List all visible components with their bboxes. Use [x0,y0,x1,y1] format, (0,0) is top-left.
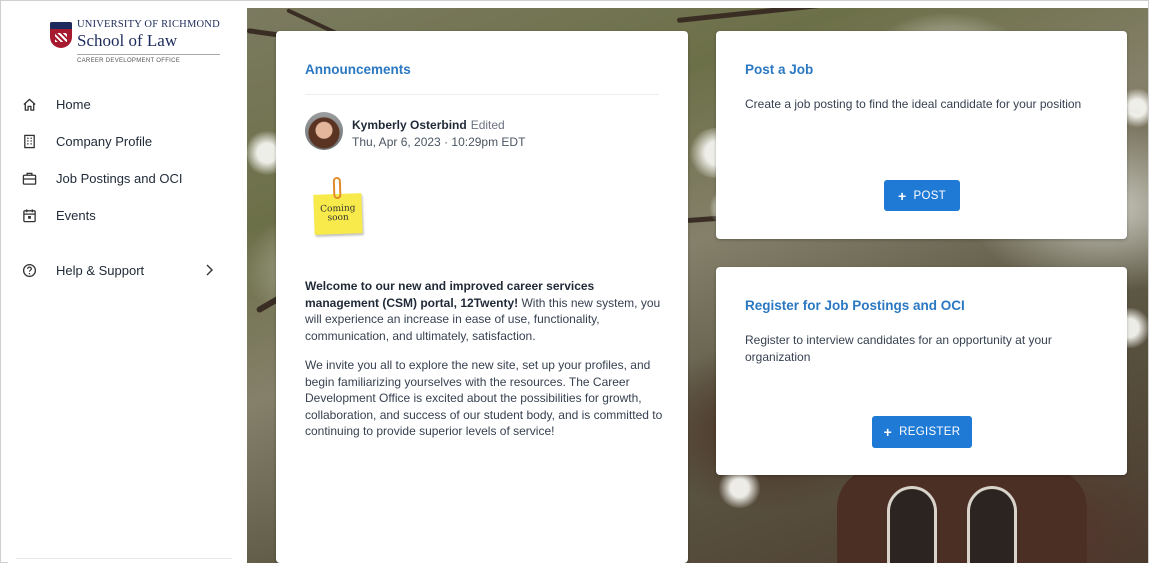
post-job-description: Create a job posting to find the ideal c… [745,97,1082,111]
sidebar-nav: Home Company Profile Job Postings and OC… [8,86,247,289]
logo-school: School of Law [77,30,178,50]
home-icon [21,97,37,113]
post-button-label: POST [913,189,946,202]
building-icon [21,134,37,150]
sidebar-item-label: Company Profile [56,134,153,149]
logo-university: UNIVERSITY OF RICHMOND [77,19,220,30]
divider [305,94,659,95]
briefcase-icon [21,171,37,187]
sidebar-item-label: Help & Support [56,263,145,278]
register-description: Register to interview candidates for an … [745,333,1052,364]
post-date: Thu, Apr 6, 2023 · 10:29pm EDT [352,135,526,149]
logo-text: UNIVERSITY OF RICHMOND School of Law CAR… [77,16,220,64]
help-circle-icon [21,263,37,279]
sticky-text-line2: soon [327,212,349,224]
announcements-card: Announcements Kymberly Osterbind Edited T… [276,31,688,563]
author-line: Kymberly Osterbind Edited [352,118,505,132]
plus-icon: + [883,424,893,440]
announcement-paragraph-1: Welcome to our new and improved career s… [305,278,665,344]
paperclip-icon [332,176,342,200]
sidebar-divider [16,558,232,559]
register-button-label: REGISTER [899,426,961,438]
register-button[interactable]: + REGISTER [872,416,972,448]
school-logo[interactable]: UNIVERSITY OF RICHMOND School of Law CAR… [50,16,225,72]
logo-office: CAREER DEVELOPMENT OFFICE [77,53,220,64]
avatar[interactable] [305,112,343,150]
sidebar-item-home[interactable]: Home [8,86,247,123]
post-job-title: Post a Job [745,62,814,77]
coming-soon-sticky-note: Coming soon [313,176,363,235]
sidebar: UNIVERSITY OF RICHMOND School of Law CAR… [8,8,247,563]
announcements-title: Announcements [305,62,411,77]
calendar-icon [21,208,37,224]
register-card: Register for Job Postings and OCI Regist… [716,267,1127,475]
sidebar-item-company-profile[interactable]: Company Profile [8,123,247,160]
sidebar-item-label: Home [56,97,91,112]
register-title: Register for Job Postings and OCI [745,298,965,313]
sidebar-item-job-postings[interactable]: Job Postings and OCI [8,160,247,197]
sidebar-item-label: Job Postings and OCI [56,171,183,186]
sidebar-item-label: Events [56,208,96,223]
announcement-paragraph-2: We invite you all to explore the new sit… [305,358,663,438]
sidebar-item-events[interactable]: Events [8,197,247,234]
shield-icon [50,22,72,48]
sidebar-item-help-support[interactable]: Help & Support [8,252,247,289]
post-button[interactable]: + POST [884,180,960,211]
post-job-card: Post a Job Create a job posting to find … [716,31,1127,239]
edited-label: Edited [470,118,505,132]
plus-icon: + [898,187,907,204]
chevron-right-icon[interactable] [204,263,214,277]
author-name[interactable]: Kymberly Osterbind [352,118,467,132]
